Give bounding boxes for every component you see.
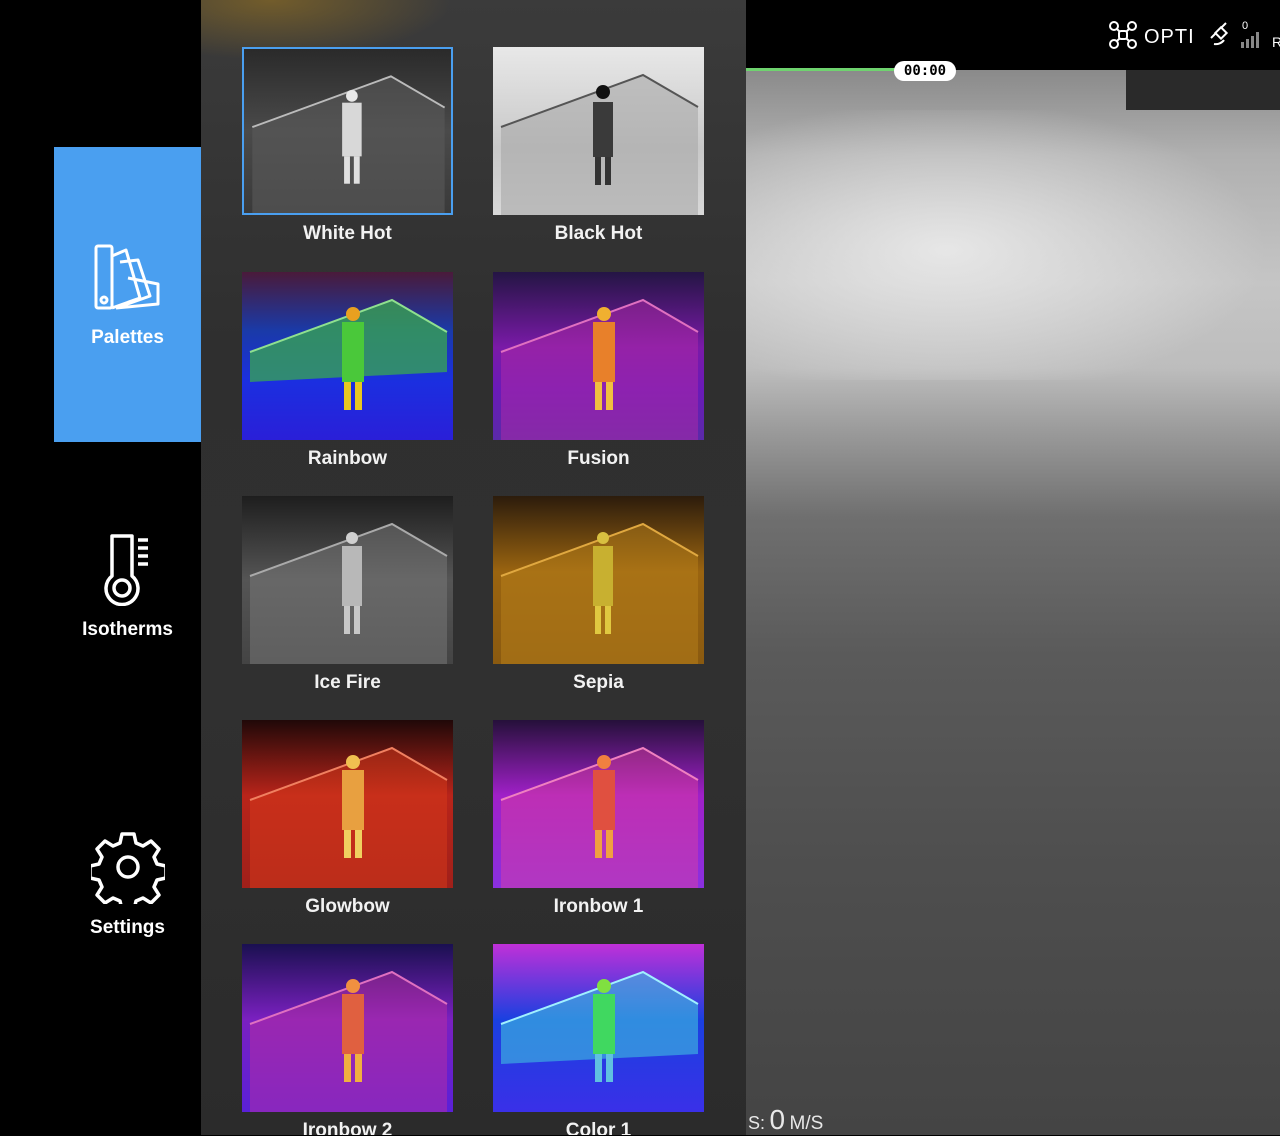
thermal-preview-image	[500, 746, 699, 888]
thermal-preview-image	[249, 522, 448, 664]
palette-tile-color-1[interactable]: Color 1	[493, 944, 704, 1135]
sidebar-item-settings[interactable]: Settings	[54, 830, 201, 939]
palette-thumbnail	[493, 944, 704, 1112]
palette-name: Ironbow 1	[553, 896, 644, 917]
palette-tile-rainbow[interactable]: Rainbow	[242, 272, 453, 470]
drone-status[interactable]: OPTI	[1108, 20, 1195, 55]
palette-name: White Hot	[303, 223, 392, 244]
speed-label: S:	[748, 1113, 766, 1133]
palette-tile-white-hot[interactable]: White Hot	[242, 47, 453, 245]
palette-thumbnail	[493, 47, 704, 215]
palette-thumbnail	[242, 272, 453, 440]
speed-readout: S: 0 M/S	[748, 1104, 823, 1136]
gps-status[interactable]: 0 R	[1208, 20, 1280, 53]
palette-thumbnail	[493, 720, 704, 888]
palette-name: Ironbow 2	[302, 1120, 393, 1135]
palette-name: Sepia	[573, 672, 624, 693]
palette-thumbnail	[242, 720, 453, 888]
sidebar-item-label: Palettes	[91, 327, 164, 348]
thermal-preview-image	[500, 522, 699, 664]
palette-tile-ironbow-1[interactable]: Ironbow 1	[493, 720, 704, 918]
sidebar: Palettes Isotherms Settings	[0, 0, 201, 1135]
palette-thumbnail	[493, 496, 704, 664]
palette-tile-black-hot[interactable]: Black Hot	[493, 47, 704, 245]
palette-tile-ironbow-2[interactable]: Ironbow 2	[242, 944, 453, 1135]
palette-thumbnail	[242, 47, 453, 215]
thermal-preview-image	[249, 298, 448, 410]
top-status-bar	[746, 0, 1280, 70]
recording-progress-bar	[746, 68, 896, 71]
signal-letter: R	[1272, 34, 1280, 50]
sidebar-item-palettes[interactable]: Palettes	[54, 147, 201, 442]
palette-name: Glowbow	[305, 896, 390, 917]
thermal-camera-feed	[746, 70, 1280, 1135]
camera-highlight	[746, 110, 1280, 380]
palette-tile-fusion[interactable]: Fusion	[493, 272, 704, 470]
palette-name: Fusion	[567, 448, 630, 469]
gear-icon	[87, 830, 168, 912]
thermometer-icon	[98, 530, 158, 611]
palette-swatch-icon	[92, 242, 164, 319]
palette-thumbnail	[242, 496, 453, 664]
sidebar-item-isotherms[interactable]: Isotherms	[54, 530, 201, 641]
camera-shadow	[1126, 70, 1280, 110]
palette-panel: White Hot Black Hot Rainbow Fusion Ice F…	[201, 0, 746, 1135]
palette-name: Rainbow	[307, 448, 388, 469]
thermal-preview-image	[500, 970, 699, 1082]
thermal-preview-image	[500, 298, 699, 440]
sidebar-item-label: Isotherms	[82, 619, 173, 640]
satellite-count: 0	[1242, 20, 1249, 32]
sidebar-item-label: Settings	[90, 917, 165, 938]
palette-thumbnail	[242, 944, 453, 1112]
palette-tile-glowbow[interactable]: Glowbow	[242, 720, 453, 918]
thermal-preview-image	[249, 746, 448, 888]
speed-unit: M/S	[789, 1113, 824, 1134]
thermal-preview-image	[500, 73, 699, 215]
palette-name: Black Hot	[554, 223, 643, 244]
thermal-preview-image	[249, 970, 448, 1112]
palette-tile-sepia[interactable]: Sepia	[493, 496, 704, 694]
palette-tile-ice-fire[interactable]: Ice Fire	[242, 496, 453, 694]
recording-timer: 00:00	[894, 61, 956, 81]
palette-name: Ice Fire	[314, 672, 381, 693]
thermal-preview-image	[251, 75, 446, 213]
palette-thumbnail	[493, 272, 704, 440]
palette-name: Color 1	[565, 1120, 632, 1135]
satellite-icon	[1208, 20, 1238, 53]
drone-icon	[1108, 20, 1138, 55]
speed-value: 0	[769, 1104, 786, 1135]
drone-label: OPTI	[1144, 26, 1195, 48]
